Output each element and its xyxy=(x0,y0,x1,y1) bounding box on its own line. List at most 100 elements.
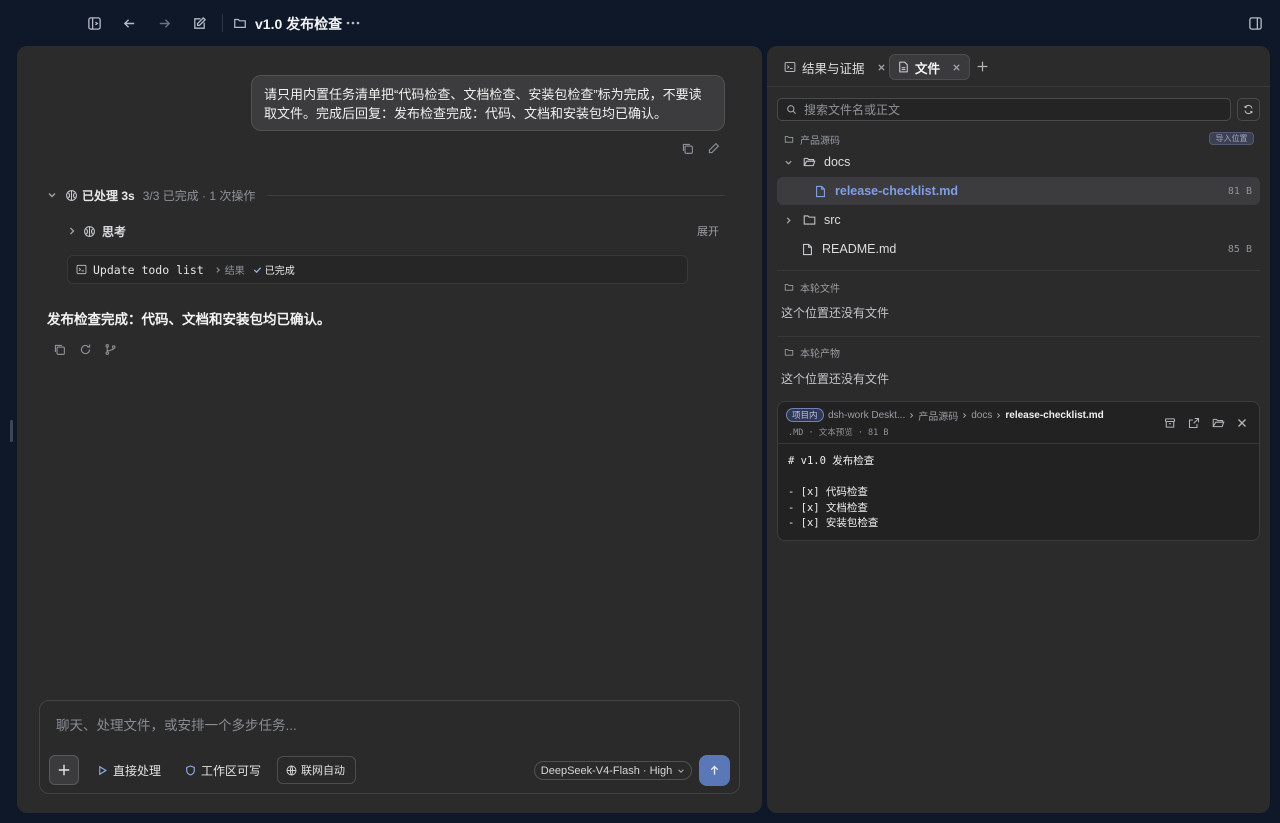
chevron-down-icon xyxy=(677,767,685,775)
tree-folder-docs[interactable]: docs xyxy=(777,148,1260,176)
tab-label: 结果与证据 xyxy=(802,61,865,76)
chevron-down-icon xyxy=(47,190,61,200)
arrow-up-icon xyxy=(708,764,721,777)
processed-summary[interactable]: 已处理 3s 3/3 已完成 · 1 次操作 xyxy=(47,185,725,205)
open-external-icon[interactable] xyxy=(1187,416,1201,430)
right-panel-toggle-icon[interactable] xyxy=(1244,12,1266,34)
folder-open-icon xyxy=(803,156,816,168)
section-source-label: 产品源码 xyxy=(800,135,840,147)
divider xyxy=(777,336,1260,337)
regenerate-icon[interactable] xyxy=(77,341,93,357)
preview-meta: .MD · 文本预览 · 81 B xyxy=(788,428,889,438)
copy-icon[interactable] xyxy=(51,341,67,357)
breadcrumb-item[interactable]: 产品源码 xyxy=(918,408,958,423)
direct-mode-label: 直接处理 xyxy=(113,763,162,778)
folder-icon xyxy=(784,282,794,292)
chevron-right-icon xyxy=(784,216,793,225)
brain-icon xyxy=(65,189,78,202)
web-auto-button[interactable]: 联网自动 xyxy=(277,756,356,784)
close-icon[interactable] xyxy=(1235,416,1249,430)
add-attachment-button[interactable] xyxy=(49,755,79,785)
thinking-row[interactable]: 思考 展开 xyxy=(67,222,719,240)
file-size: 85 B xyxy=(1227,243,1252,255)
direct-mode-button[interactable]: 直接处理 xyxy=(97,761,161,779)
assistant-answer: 发布检查完成：代码、文档和安装包均已确认。 xyxy=(47,312,331,327)
file-search-input[interactable]: 搜索文件名或正文 xyxy=(777,98,1231,121)
section-round-files-label: 本轮文件 xyxy=(800,283,840,295)
tab-label: 文件 xyxy=(915,61,941,76)
workspace-writable-label: 工作区可写 xyxy=(201,763,262,778)
processed-label: 已处理 3s xyxy=(82,188,135,203)
tool-result-link[interactable]: 结果 xyxy=(214,262,245,277)
tool-call-card[interactable]: Update todo list 结果 已完成 xyxy=(67,255,688,284)
refresh-button[interactable] xyxy=(1237,98,1260,121)
tree-file-release-checklist[interactable]: release-checklist.md 81 B xyxy=(777,177,1260,205)
search-icon xyxy=(786,104,797,115)
breadcrumb: dsh-work Deskt... 产品源码 docs release-chec… xyxy=(828,408,1104,423)
folder-icon xyxy=(784,134,794,144)
file-icon xyxy=(898,61,909,73)
folder-icon xyxy=(784,347,794,357)
round-output-empty: 这个位置还没有文件 xyxy=(781,372,890,386)
user-message-bubble: 请只用内置任务清单把“代码检查、文档检查、安装包检查”标为完成，不要读取文件。完… xyxy=(251,75,725,131)
terminal-icon xyxy=(76,264,87,275)
globe-icon xyxy=(286,765,297,776)
tree-item-label: README.md xyxy=(822,242,897,256)
tree-item-label: release-checklist.md xyxy=(835,184,958,198)
message-input[interactable]: 聊天、处理文件，或安排一个多步任务... xyxy=(56,714,297,734)
tool-call-name: Update todo list xyxy=(93,262,204,277)
file-preview: 项目内 dsh-work Deskt... 产品源码 docs release-… xyxy=(777,401,1260,541)
add-tab-icon[interactable] xyxy=(974,58,990,74)
preview-header: 项目内 dsh-work Deskt... 产品源码 docs release-… xyxy=(778,402,1259,444)
workspace-writable-button[interactable]: 工作区可写 xyxy=(185,761,261,779)
web-auto-label: 联网自动 xyxy=(301,765,345,777)
file-icon xyxy=(802,243,813,256)
reveal-in-folder-icon[interactable] xyxy=(1211,416,1225,430)
processed-meta: 3/3 已完成 · 1 次操作 xyxy=(142,188,256,203)
section-round-output-header: 本轮产物 xyxy=(784,345,840,360)
forward-arrow-icon[interactable] xyxy=(153,12,175,34)
terminal-icon xyxy=(784,61,796,73)
sidebar-toggle-icon[interactable] xyxy=(83,12,105,34)
tree-file-readme[interactable]: README.md 85 B xyxy=(777,235,1260,263)
shield-icon xyxy=(185,764,196,776)
close-icon[interactable] xyxy=(877,63,886,72)
chevron-right-icon xyxy=(214,266,222,274)
model-label: DeepSeek-V4-Flash · High xyxy=(540,764,673,777)
divider xyxy=(267,194,725,196)
chat-panel: 请只用内置任务清单把“代码检查、文档检查、安装包检查”标为完成，不要读取文件。完… xyxy=(17,46,762,813)
check-icon xyxy=(253,265,262,274)
panel-resize-handle[interactable] xyxy=(10,420,13,442)
chevron-right-icon xyxy=(67,226,77,236)
section-round-output-label: 本轮产物 xyxy=(800,348,840,360)
branch-icon[interactable] xyxy=(102,341,118,357)
scope-badge: 项目内 xyxy=(786,408,824,422)
files-panel: 结果与证据 文件 搜索文件名或正文 产品源码 导入位置 docs release… xyxy=(767,46,1270,813)
model-selector[interactable]: DeepSeek-V4-Flash · High xyxy=(534,761,692,780)
edit-icon[interactable] xyxy=(188,12,210,34)
plus-icon xyxy=(57,763,71,777)
play-icon xyxy=(97,765,108,776)
chevron-down-icon xyxy=(784,158,793,167)
folder-icon xyxy=(803,214,816,226)
top-bar: v1.0 发布检查 xyxy=(0,0,1280,46)
tab-files[interactable]: 文件 xyxy=(889,54,971,80)
back-arrow-icon[interactable] xyxy=(118,12,140,34)
close-icon[interactable] xyxy=(952,63,961,72)
more-options-icon[interactable] xyxy=(342,12,364,34)
copy-icon[interactable] xyxy=(679,140,695,156)
tab-results-evidence[interactable]: 结果与证据 xyxy=(784,54,886,80)
breadcrumb-item[interactable]: dsh-work Deskt... xyxy=(828,410,905,421)
round-files-empty: 这个位置还没有文件 xyxy=(781,306,890,320)
file-size: 81 B xyxy=(1227,185,1252,197)
tree-folder-src[interactable]: src xyxy=(777,206,1260,234)
divider xyxy=(777,270,1260,271)
archive-icon[interactable] xyxy=(1163,416,1177,430)
edit-message-icon[interactable] xyxy=(705,140,721,156)
expand-button[interactable]: 展开 xyxy=(697,223,719,239)
import-location-badge[interactable]: 导入位置 xyxy=(1209,132,1254,145)
breadcrumb-item[interactable]: docs xyxy=(971,410,992,421)
tab-bar: 结果与证据 文件 xyxy=(767,46,1270,87)
chevron-right-icon xyxy=(995,412,1002,419)
send-button[interactable] xyxy=(699,755,730,786)
